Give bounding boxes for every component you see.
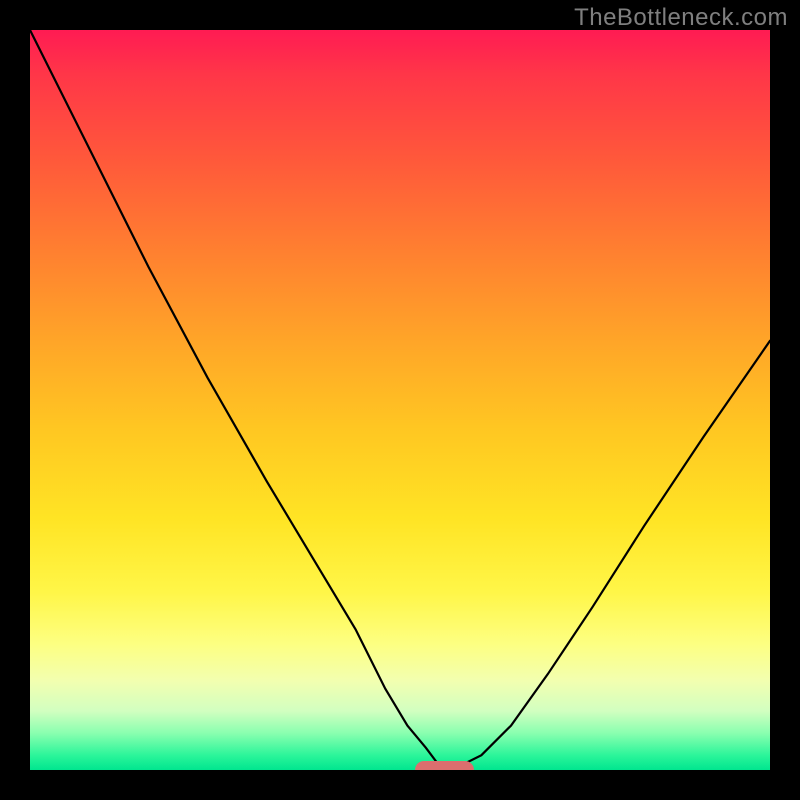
curve-left-branch bbox=[30, 30, 444, 770]
curve-right-branch bbox=[444, 341, 770, 770]
chart-frame: TheBottleneck.com bbox=[0, 0, 800, 800]
minimum-marker bbox=[415, 761, 474, 770]
bottleneck-curve bbox=[30, 30, 770, 770]
watermark-text: TheBottleneck.com bbox=[574, 4, 788, 32]
plot-area bbox=[30, 30, 770, 770]
